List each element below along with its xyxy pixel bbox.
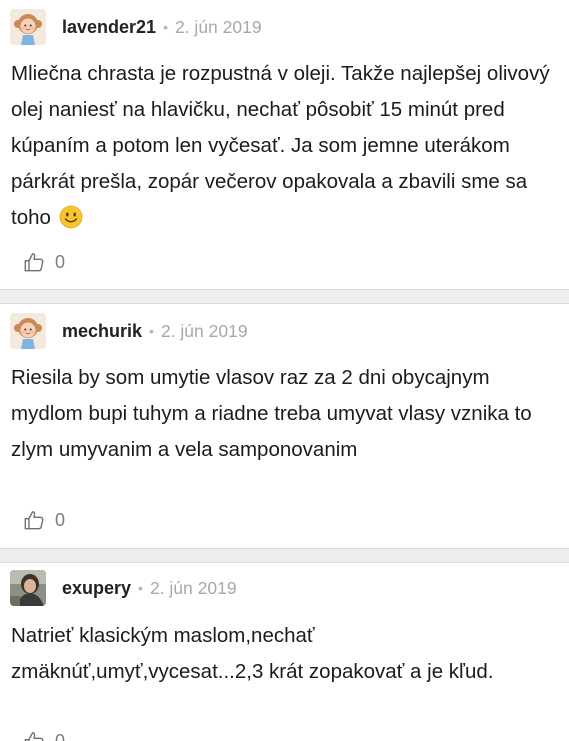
like-button[interactable]: 0: [23, 730, 65, 741]
comment-date: 2. jún 2019: [149, 577, 237, 598]
comment-header: exupery • 2. jún 2019: [10, 569, 237, 607]
thumbs-up-icon: [24, 732, 44, 741]
comment-header: mechurik • 2. jún 2019: [10, 312, 248, 350]
separator-dot: •: [163, 19, 168, 35]
like-button[interactable]: 0: [23, 251, 65, 273]
username[interactable]: mechurik: [62, 321, 142, 342]
like-count: 0: [55, 251, 66, 272]
comment-date: 2. jún 2019: [160, 320, 248, 341]
like-button[interactable]: 0: [23, 509, 65, 531]
comment-divider: [0, 289, 569, 304]
separator-dot: •: [149, 323, 154, 339]
comment-header: lavender21 • 2. jún 2019: [10, 8, 262, 46]
smiley-emoji-icon: [59, 205, 83, 229]
comment-text: Riesila by som umytie vlasov raz za 2 dn…: [11, 366, 532, 461]
thumbs-up-icon: [24, 511, 44, 530]
comment-item: lavender21 • 2. jún 2019 Mliečna chrasta…: [0, 0, 569, 289]
username[interactable]: exupery: [62, 578, 131, 599]
comment-text-content: Mliečna chrasta je rozpustná v oleji. Ta…: [11, 62, 550, 229]
like-count: 0: [55, 730, 66, 741]
comment-text: Natrieť klasickým maslom,nechať zmäknúť,…: [11, 624, 494, 683]
girl-avatar-icon[interactable]: [10, 313, 46, 349]
separator-dot: •: [138, 580, 143, 596]
thumbs-up-icon: [24, 253, 44, 272]
comment-item: mechurik • 2. jún 2019 Riesila by som um…: [0, 304, 569, 548]
comment-item: exupery • 2. jún 2019 Natrieť klasickým …: [0, 563, 569, 741]
comment-date: 2. jún 2019: [174, 16, 262, 37]
comment-feed: lavender21 • 2. jún 2019 Mliečna chrasta…: [0, 0, 569, 741]
girl-avatar-icon[interactable]: [10, 9, 46, 45]
username[interactable]: lavender21: [62, 17, 156, 38]
like-count: 0: [55, 509, 66, 530]
photo-avatar-icon[interactable]: [10, 570, 46, 606]
comment-divider: [0, 548, 569, 563]
comment-text: Mliečna chrasta je rozpustná v oleji. Ta…: [11, 56, 555, 236]
